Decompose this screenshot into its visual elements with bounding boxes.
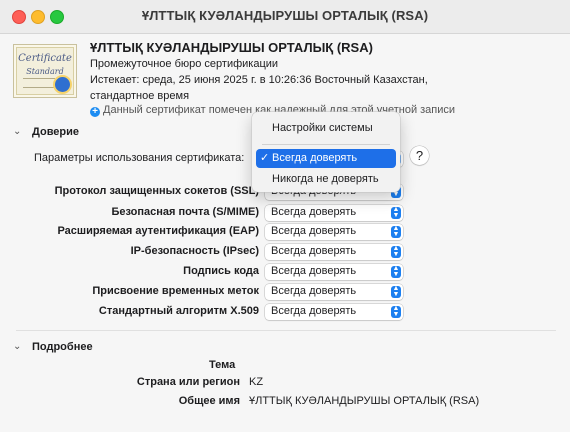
certificate-icon: Certificate Standard bbox=[13, 44, 77, 98]
certificate-expiry: Истекает: среда, 25 июня 2025 г. в 10:26… bbox=[90, 74, 428, 102]
country-label: Страна или регион bbox=[136, 376, 240, 388]
popup-chevrons-icon: ▲▼ bbox=[391, 305, 401, 318]
trust-popup-value: Всегда доверять bbox=[271, 285, 357, 297]
menu-item-always-trust[interactable]: ✓ Всегда доверять bbox=[256, 149, 396, 168]
section-divider bbox=[16, 330, 556, 331]
trust-popup-value: Всегда доверять bbox=[271, 265, 357, 277]
trust-row-label: IP-безопасность (IPsec) bbox=[130, 245, 259, 257]
trust-popup-value: Всегда доверять bbox=[271, 206, 357, 218]
details-section-label[interactable]: Подробнее bbox=[32, 341, 93, 353]
trust-disclosure-icon[interactable]: ⌄ bbox=[13, 126, 21, 137]
trust-row-label: Присвоение временных меток bbox=[92, 285, 259, 297]
trust-popup-button[interactable]: Всегда доверять ▲▼ bbox=[265, 205, 403, 221]
menu-item-never-trust[interactable]: Никогда не доверять bbox=[256, 170, 396, 189]
help-button[interactable]: ? bbox=[410, 146, 429, 165]
trust-popup-value: Всегда доверять bbox=[271, 225, 357, 237]
trust-popup-value: Всегда доверять bbox=[271, 305, 357, 317]
trust-row-label: Протокол защищенных сокетов (SSL) bbox=[54, 185, 259, 197]
menu-item-always-trust-label: Всегда доверять bbox=[272, 152, 358, 164]
certificate-name: ҰЛТТЫҚ КУӘЛАНДЫРУШЫ ОРТАЛЫҚ (RSA) bbox=[90, 40, 373, 55]
trust-popup-menu: Настройки системы ✓ Всегда доверять Никог… bbox=[252, 112, 400, 192]
certificate-window: ҰЛТТЫҚ КУӘЛАНДЫРУШЫ ОРТАЛЫҚ (RSA) Certif… bbox=[0, 0, 570, 432]
popup-chevrons-icon: ▲▼ bbox=[391, 245, 401, 258]
trust-popup-button[interactable]: Всегда доверять ▲▼ bbox=[265, 224, 403, 240]
window-title: ҰЛТТЫҚ КУӘЛАНДЫРУШЫ ОРТАЛЫҚ (RSA) bbox=[141, 8, 429, 23]
trust-row-label: Стандартный алгоритм X.509 bbox=[98, 305, 259, 317]
trust-popup-value: Всегда доверять bbox=[271, 245, 357, 257]
popup-chevrons-icon: ▲▼ bbox=[391, 265, 401, 278]
trust-row-label: Подпись кода bbox=[183, 265, 259, 277]
title-bar[interactable]: ҰЛТТЫҚ КУӘЛАНДЫРУШЫ ОРТАЛЫҚ (RSA) bbox=[0, 0, 570, 34]
popup-chevrons-icon: ▲▼ bbox=[391, 225, 401, 238]
popup-chevrons-icon: ▲▼ bbox=[391, 285, 401, 298]
subject-heading: Тема bbox=[209, 359, 236, 371]
trust-popup-button[interactable]: Всегда доверять ▲▼ bbox=[265, 304, 403, 320]
trust-popup-button[interactable]: Всегда доверять ▲▼ bbox=[265, 244, 403, 260]
certificate-icon-lines bbox=[23, 78, 55, 88]
trust-popup-button[interactable]: Всегда доверять ▲▼ bbox=[265, 284, 403, 300]
menu-separator bbox=[262, 144, 390, 145]
trust-row-label: Расширяемая аутентификация (EAP) bbox=[57, 225, 259, 237]
usage-params-label: Параметры использования сертификата: bbox=[34, 152, 245, 164]
plus-circle-icon: + bbox=[90, 107, 100, 117]
certificate-icon-title: Certificate bbox=[18, 53, 72, 64]
trust-popup-button[interactable]: Всегда доверять ▲▼ bbox=[265, 264, 403, 280]
country-value: KZ bbox=[249, 376, 264, 388]
common-name-label: Общее имя bbox=[178, 395, 240, 407]
menu-item-system-settings[interactable]: Настройки системы bbox=[256, 119, 396, 138]
popup-chevrons-icon: ▲▼ bbox=[391, 206, 401, 219]
details-disclosure-icon[interactable]: ⌄ bbox=[13, 341, 21, 352]
certificate-type: Промежуточное бюро сертификации bbox=[90, 58, 279, 70]
trust-row-label: Безопасная почта (S/MIME) bbox=[111, 206, 259, 218]
scrollbar[interactable] bbox=[562, 34, 570, 432]
trust-section-label[interactable]: Доверие bbox=[32, 126, 79, 138]
common-name-value: ҰЛТТЫҚ КУӘЛАНДЫРУШЫ ОРТАЛЫҚ (RSA) bbox=[249, 395, 480, 407]
certificate-seal-icon bbox=[53, 75, 72, 94]
checkmark-icon: ✓ bbox=[260, 152, 270, 164]
